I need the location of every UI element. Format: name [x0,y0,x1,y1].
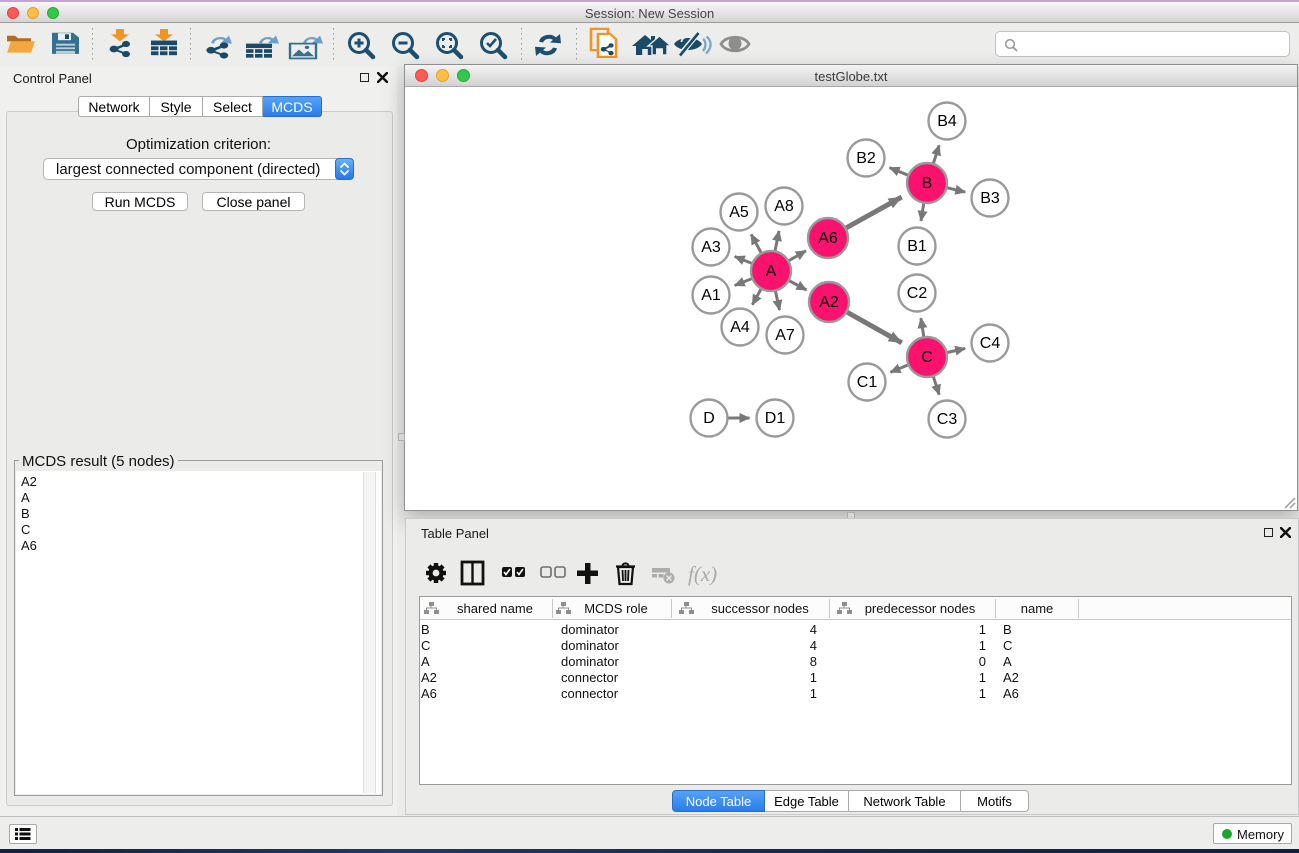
svg-text:shared name: shared name [457,601,533,616]
svg-text:MCDS role: MCDS role [584,601,648,616]
svg-text:f(x): f(x) [688,562,717,586]
svg-text:name: name [1021,601,1054,616]
svg-text:A6: A6 [818,230,838,247]
svg-text:A4: A4 [730,319,750,336]
svg-text:D: D [703,410,715,427]
svg-text:C1: C1 [857,374,878,391]
svg-text:D1: D1 [765,410,786,427]
svg-text:A2: A2 [819,294,839,311]
svg-text:C2: C2 [907,285,928,302]
svg-text:A3: A3 [701,239,721,256]
svg-text:A5: A5 [729,204,749,221]
svg-text:A7: A7 [775,327,795,344]
svg-text:A: A [766,263,777,280]
svg-text:B2: B2 [856,150,876,167]
svg-text:B3: B3 [980,190,1000,207]
svg-text:B4: B4 [937,113,957,130]
svg-text:C: C [921,349,933,366]
svg-text:successor nodes: successor nodes [711,601,809,616]
svg-text:B: B [922,175,933,192]
svg-text:A8: A8 [774,198,794,215]
svg-text:B1: B1 [907,238,927,255]
svg-text:A1: A1 [701,287,721,304]
svg-text:predecessor nodes: predecessor nodes [865,601,976,616]
svg-text:C4: C4 [980,335,1001,352]
svg-text:C3: C3 [937,411,958,428]
